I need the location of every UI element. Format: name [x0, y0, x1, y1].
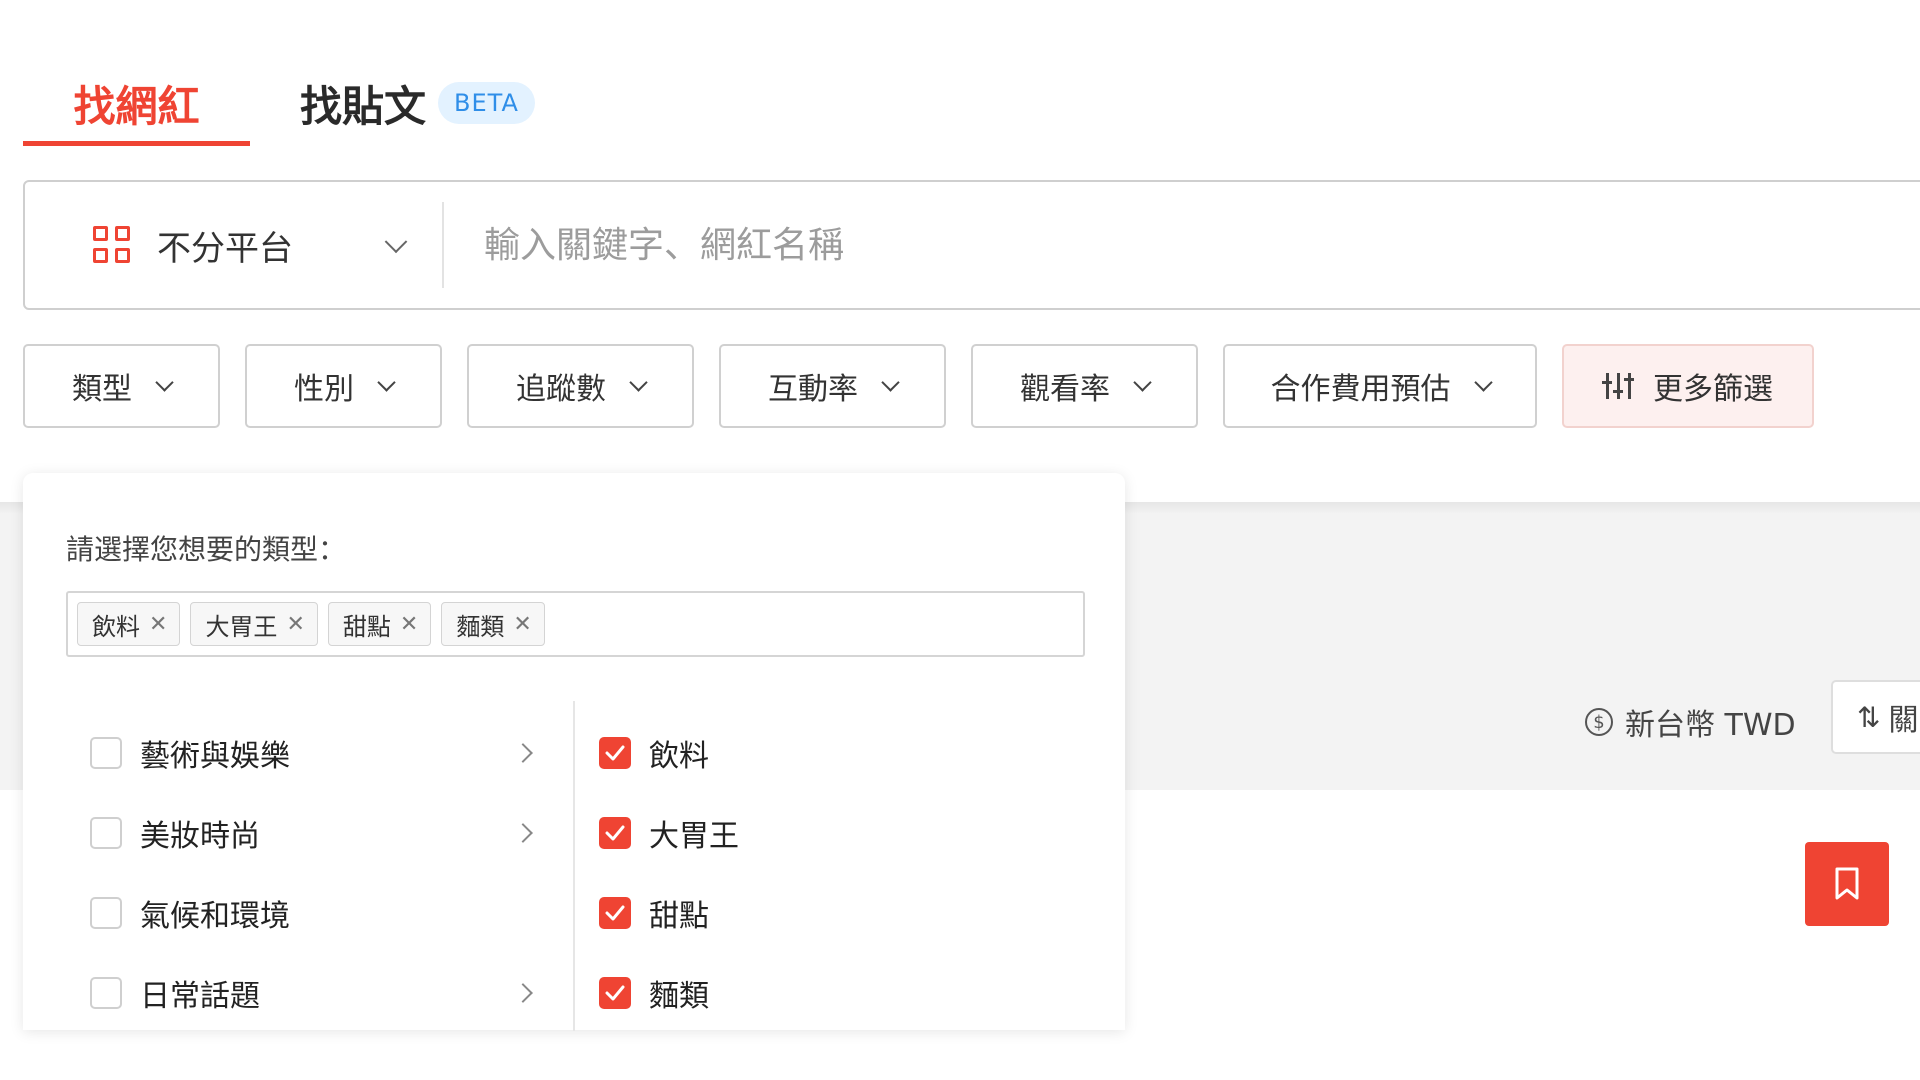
tag-label: 甜點: [342, 612, 391, 641]
subcategory-item-desserts[interactable]: 甜點: [599, 873, 999, 953]
chevron-right-icon: [513, 823, 533, 843]
selected-tag: 甜點 ✕: [327, 602, 432, 646]
chevron-down-icon: [1133, 372, 1152, 392]
subcategory-item-drinks[interactable]: 飲料: [599, 713, 999, 793]
filter-type-button[interactable]: 類型: [23, 344, 220, 428]
subcategory-label: 麵類: [649, 979, 709, 1014]
chevron-down-icon: [629, 372, 648, 392]
category-checkbox[interactable]: [90, 977, 122, 1009]
tag-label: 飲料: [92, 612, 140, 641]
filter-cost-estimate-label: 合作費用預估: [1270, 372, 1451, 407]
tab-find-influencers[interactable]: 找網紅: [23, 60, 250, 146]
tab-find-influencers-label: 找網紅: [73, 81, 200, 131]
type-filter-dropdown: 請選擇您想要的類型： 飲料 ✕ 大胃王 ✕ 甜點 ✕ 麵類 ✕ 藝術與娛樂 美妝…: [23, 473, 1125, 1033]
chevron-down-icon: [155, 372, 174, 392]
checked-checkbox-icon[interactable]: [599, 977, 631, 1009]
filter-cost-estimate-button[interactable]: 合作費用預估: [1223, 344, 1537, 428]
selected-tag: 麵類 ✕: [441, 602, 545, 646]
platform-select[interactable]: 不分平台: [25, 182, 442, 308]
category-label: 日常話題: [140, 979, 260, 1014]
close-icon[interactable]: ✕: [400, 612, 418, 637]
filter-followers-button[interactable]: 追蹤數: [467, 344, 694, 428]
category-list: 藝術與娛樂 美妝時尚 氣候和環境 日常話題: [90, 713, 533, 1033]
bookmark-icon: [1835, 867, 1859, 900]
tag-label: 麵類: [456, 612, 505, 641]
close-icon[interactable]: ✕: [513, 612, 531, 637]
selected-tags-box[interactable]: 飲料 ✕ 大胃王 ✕ 甜點 ✕ 麵類 ✕: [66, 591, 1085, 657]
subcategory-label: 大胃王: [649, 819, 739, 854]
sliders-icon: [1602, 373, 1634, 399]
category-checkbox[interactable]: [90, 817, 122, 849]
close-icon[interactable]: ✕: [149, 612, 167, 637]
filter-gender-button[interactable]: 性別: [245, 344, 442, 428]
subcategory-list: 飲料 大胃王 甜點 麵類: [599, 713, 999, 1033]
subcategory-label: 飲料: [649, 739, 709, 774]
category-checkbox[interactable]: [90, 737, 122, 769]
category-label: 藝術與娛樂: [140, 739, 290, 774]
beta-badge: BETA: [438, 82, 535, 124]
chevron-down-icon: [377, 372, 396, 392]
chevron-right-icon: [513, 983, 533, 1003]
category-item-beauty-fashion[interactable]: 美妝時尚: [90, 793, 533, 873]
grid-icon: [93, 226, 131, 264]
list-divider: [573, 701, 575, 1031]
tab-find-posts-label: 找貼文: [300, 81, 427, 131]
category-item-daily-topics[interactable]: 日常話題: [90, 953, 533, 1033]
bookmark-button[interactable]: [1805, 842, 1889, 926]
subcategory-label: 甜點: [649, 899, 709, 934]
checked-checkbox-icon[interactable]: [599, 897, 631, 929]
dropdown-prompt: 請選擇您想要的類型：: [66, 533, 347, 566]
dollar-circle-icon: $: [1585, 708, 1613, 736]
subcategory-item-big-eater[interactable]: 大胃王: [599, 793, 999, 873]
filter-view-rate-label: 觀看率: [1020, 372, 1110, 407]
filter-view-rate-button[interactable]: 觀看率: [971, 344, 1198, 428]
filter-followers-label: 追蹤數: [516, 372, 606, 407]
currency-selector[interactable]: $ 新台幣 TWD: [1585, 700, 1796, 744]
category-item-arts-entertainment[interactable]: 藝術與娛樂: [90, 713, 533, 793]
subcategory-item-noodles[interactable]: 麵類: [599, 953, 999, 1033]
active-tab-indicator: [23, 141, 250, 146]
currency-label: 新台幣 TWD: [1625, 708, 1796, 743]
category-item-climate-environment[interactable]: 氣候和環境: [90, 873, 530, 953]
filter-gender-label: 性別: [294, 372, 354, 407]
tab-bar: 找網紅 找貼文 BETA: [23, 60, 1920, 146]
checked-checkbox-icon[interactable]: [599, 817, 631, 849]
tab-find-posts[interactable]: 找貼文 BETA: [300, 60, 535, 146]
chevron-right-icon: [513, 743, 533, 763]
selected-tag: 飲料 ✕: [77, 602, 181, 646]
more-filters-label: 更多篩選: [1653, 372, 1773, 407]
checked-checkbox-icon[interactable]: [599, 737, 631, 769]
close-icon[interactable]: ✕: [286, 612, 304, 637]
selected-tag: 大胃王 ✕: [190, 602, 318, 646]
sort-label: 關: [1888, 703, 1919, 738]
filter-engagement-button[interactable]: 互動率: [719, 344, 946, 428]
category-label: 美妝時尚: [140, 819, 260, 854]
search-input[interactable]: [444, 224, 1644, 266]
more-filters-button[interactable]: 更多篩選: [1562, 344, 1814, 428]
filter-engagement-label: 互動率: [768, 372, 858, 407]
chevron-down-icon: [1473, 372, 1493, 392]
filter-type-label: 類型: [72, 372, 132, 407]
chevron-down-icon: [384, 230, 408, 254]
tag-label: 大胃王: [205, 612, 278, 641]
sort-button[interactable]: ⇅ 關: [1831, 680, 1920, 754]
category-label: 氣候和環境: [140, 899, 290, 934]
platform-select-label: 不分平台: [157, 228, 293, 269]
sort-arrows-icon: ⇅: [1857, 700, 1881, 734]
chevron-down-icon: [881, 372, 900, 392]
search-bar: 不分平台: [23, 180, 1920, 310]
category-checkbox[interactable]: [90, 897, 122, 929]
